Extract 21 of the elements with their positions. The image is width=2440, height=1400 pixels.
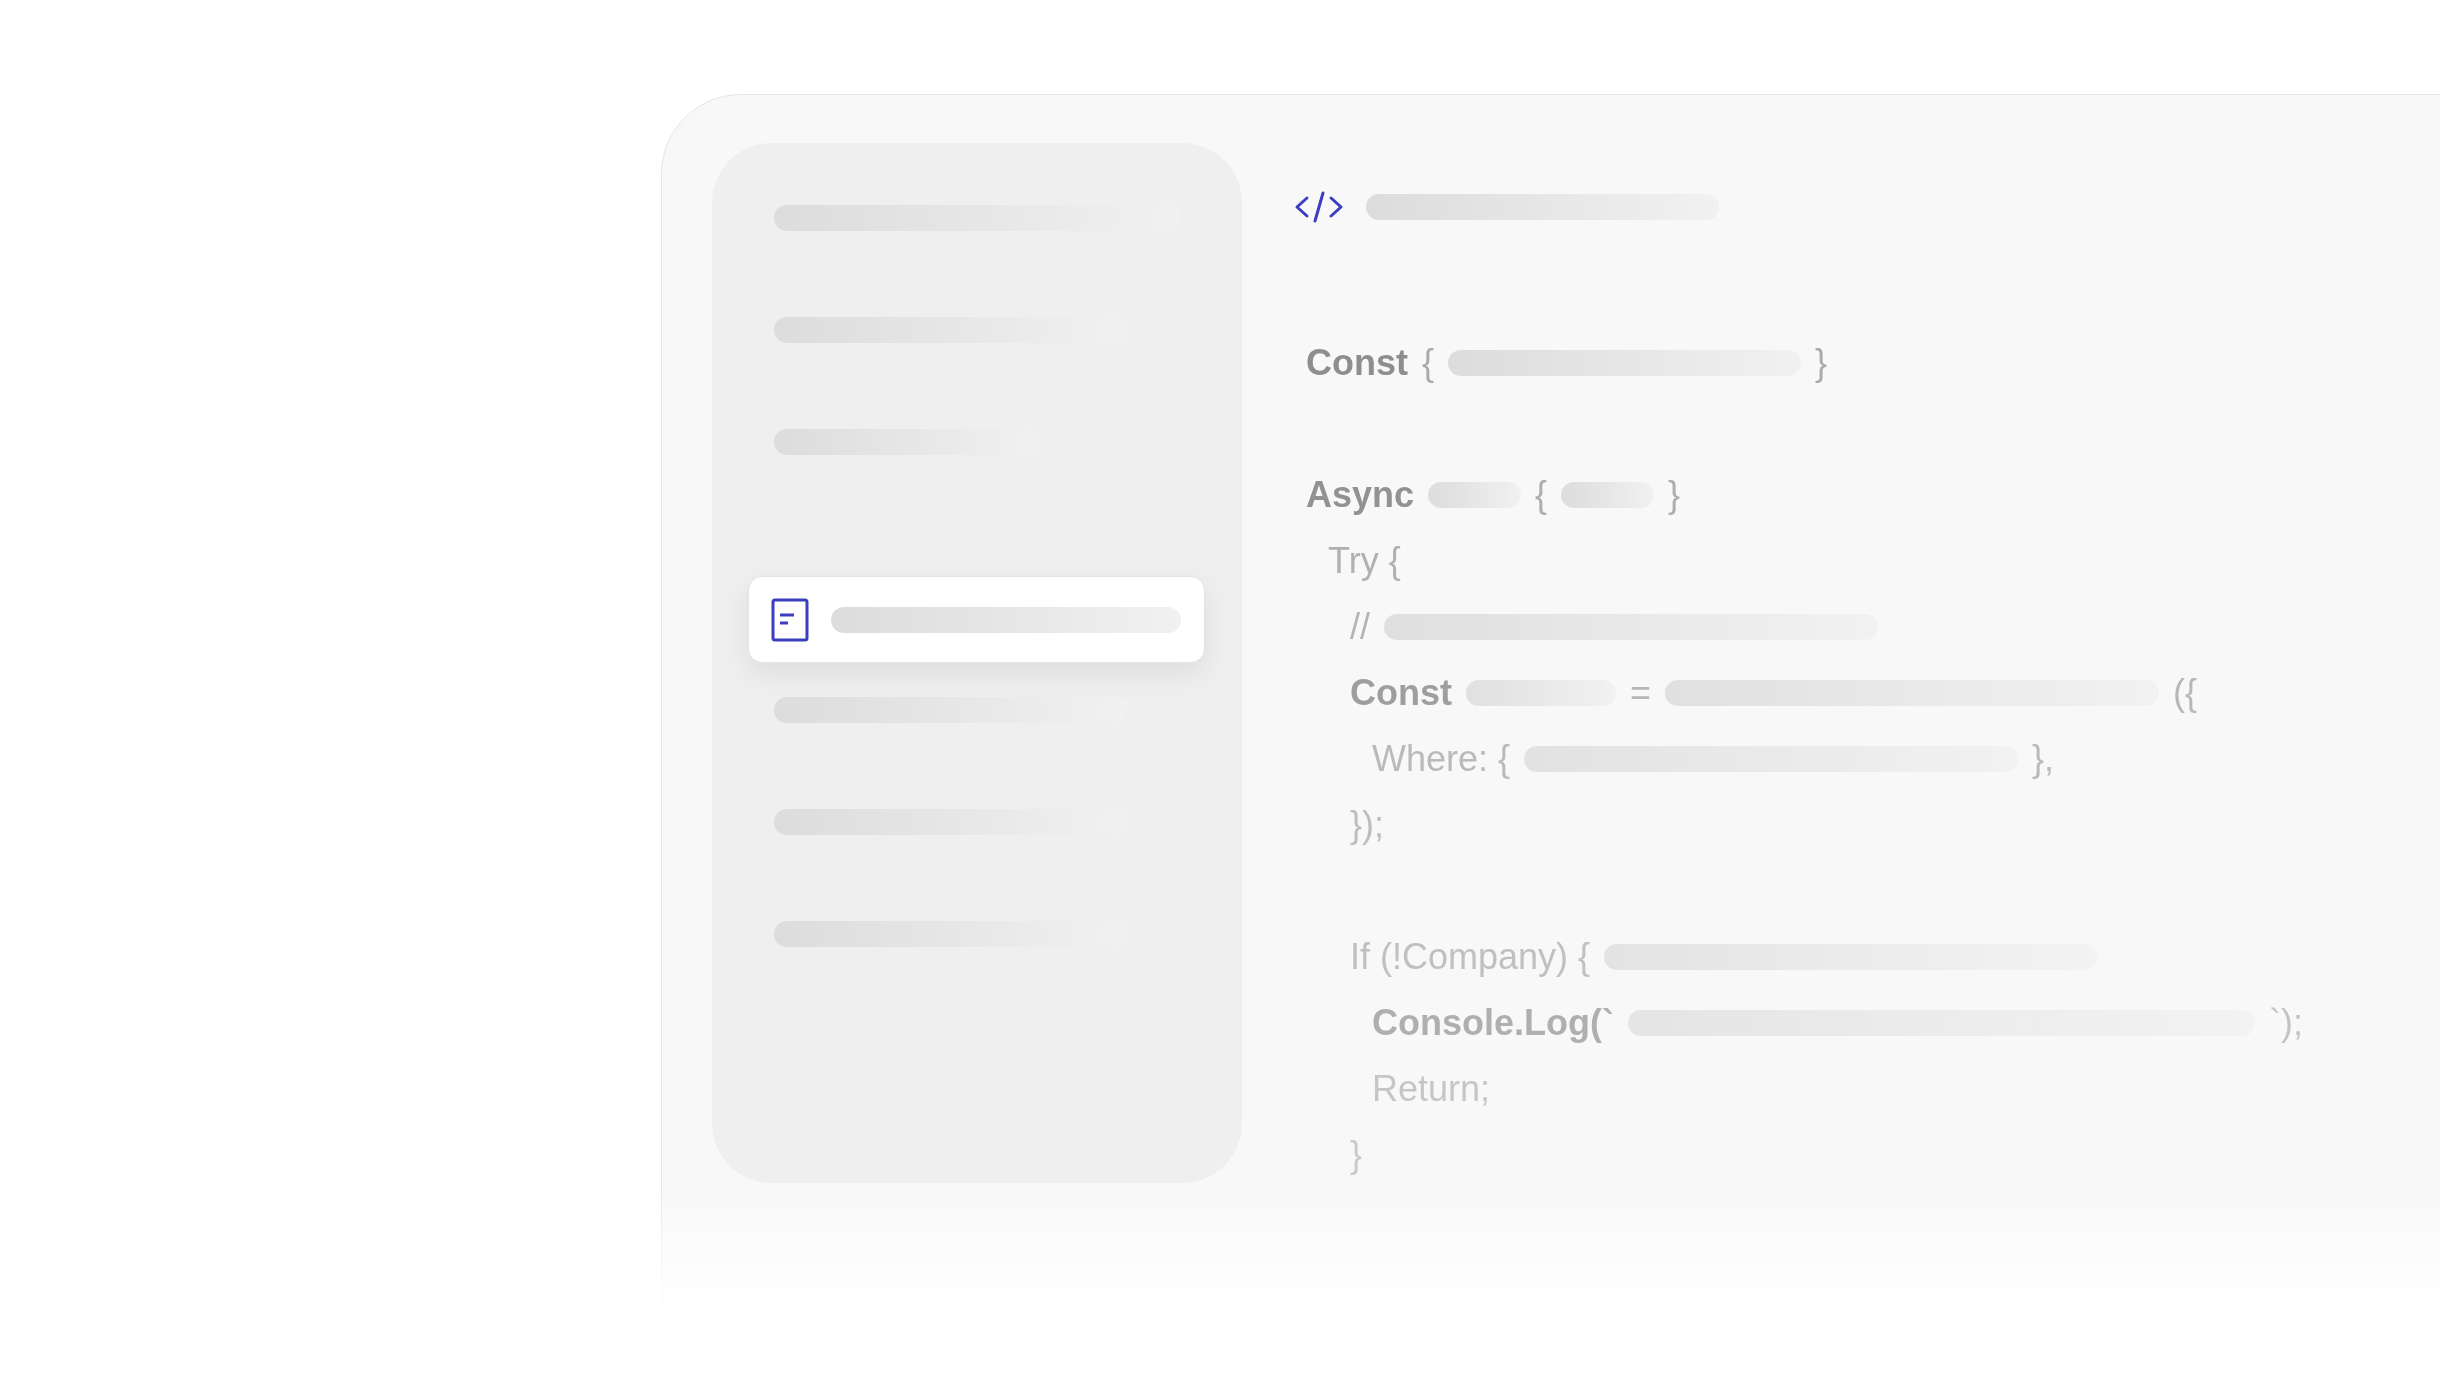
code-text: If (!Company) { <box>1350 935 1591 979</box>
code-text: `); <box>2268 1001 2303 1045</box>
code-text: } <box>1668 473 1681 517</box>
code-text: { <box>1535 473 1548 517</box>
code-text: Const <box>1350 671 1452 715</box>
code-text: Where: { <box>1372 737 1511 781</box>
code-text: }, <box>2032 737 2055 781</box>
code-text: // <box>1350 605 1370 649</box>
code-icon <box>1294 190 1344 224</box>
code-text: Const <box>1306 341 1408 385</box>
document-icon <box>771 597 809 642</box>
code-text: } <box>1815 341 1828 385</box>
sidebar-item[interactable] <box>748 576 1205 663</box>
code-text: = <box>1630 671 1652 715</box>
code-text: Console.Log(` <box>1372 1001 1614 1045</box>
code-text: Try { <box>1328 539 1401 583</box>
code-text: }); <box>1350 803 1384 847</box>
code-text: ({ <box>2173 671 2198 715</box>
code-text: { <box>1422 341 1435 385</box>
code-text: } <box>1350 1133 1363 1177</box>
code-text: Async <box>1306 473 1415 517</box>
